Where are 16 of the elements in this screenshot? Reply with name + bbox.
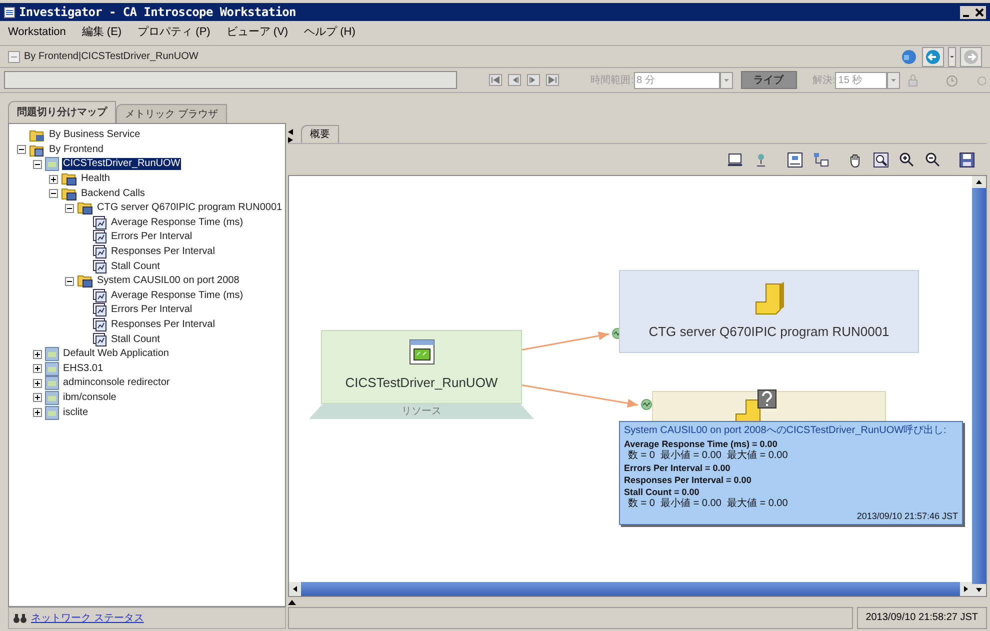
time-range-label: 時間範囲:	[590, 74, 634, 88]
node-label: CTG server Q670IPIC program RUN0001	[648, 323, 890, 341]
status-timestamp: 2013/09/10 21:58:27 JST	[856, 607, 987, 629]
metric-stats: 数 = 0 最小値 = 0.00 最大値 = 0.00	[627, 450, 789, 462]
metric-value: Average Response Time (ms) = 0.00	[624, 438, 778, 450]
metric-value: Stall Count = 0.00	[624, 486, 700, 498]
window-title: Investigator - CA Introscope Workstation	[19, 4, 296, 21]
metric-value: Responses Per Interval = 0.00	[624, 474, 752, 486]
node-label: CICSTestDriver_RunUOW	[345, 374, 498, 392]
breadcrumb: By Frontend|CICSTestDriver_RunUOW	[24, 50, 198, 64]
node-footer: リソース	[309, 404, 534, 419]
tooltip-timestamp: 2013/09/10 21:57:46 JST	[856, 510, 958, 523]
resolution-label: 解決:	[812, 74, 836, 88]
metric-stats: 数 = 0 最小値 = 0.00 最大値 = 0.00	[627, 498, 789, 510]
metric-value: Errors Per Interval = 0.00	[624, 462, 732, 474]
tooltip-title: System CAUSIL00 on port 2008へのCICSTestDriver_RunUOW呼び出し:	[624, 424, 948, 438]
